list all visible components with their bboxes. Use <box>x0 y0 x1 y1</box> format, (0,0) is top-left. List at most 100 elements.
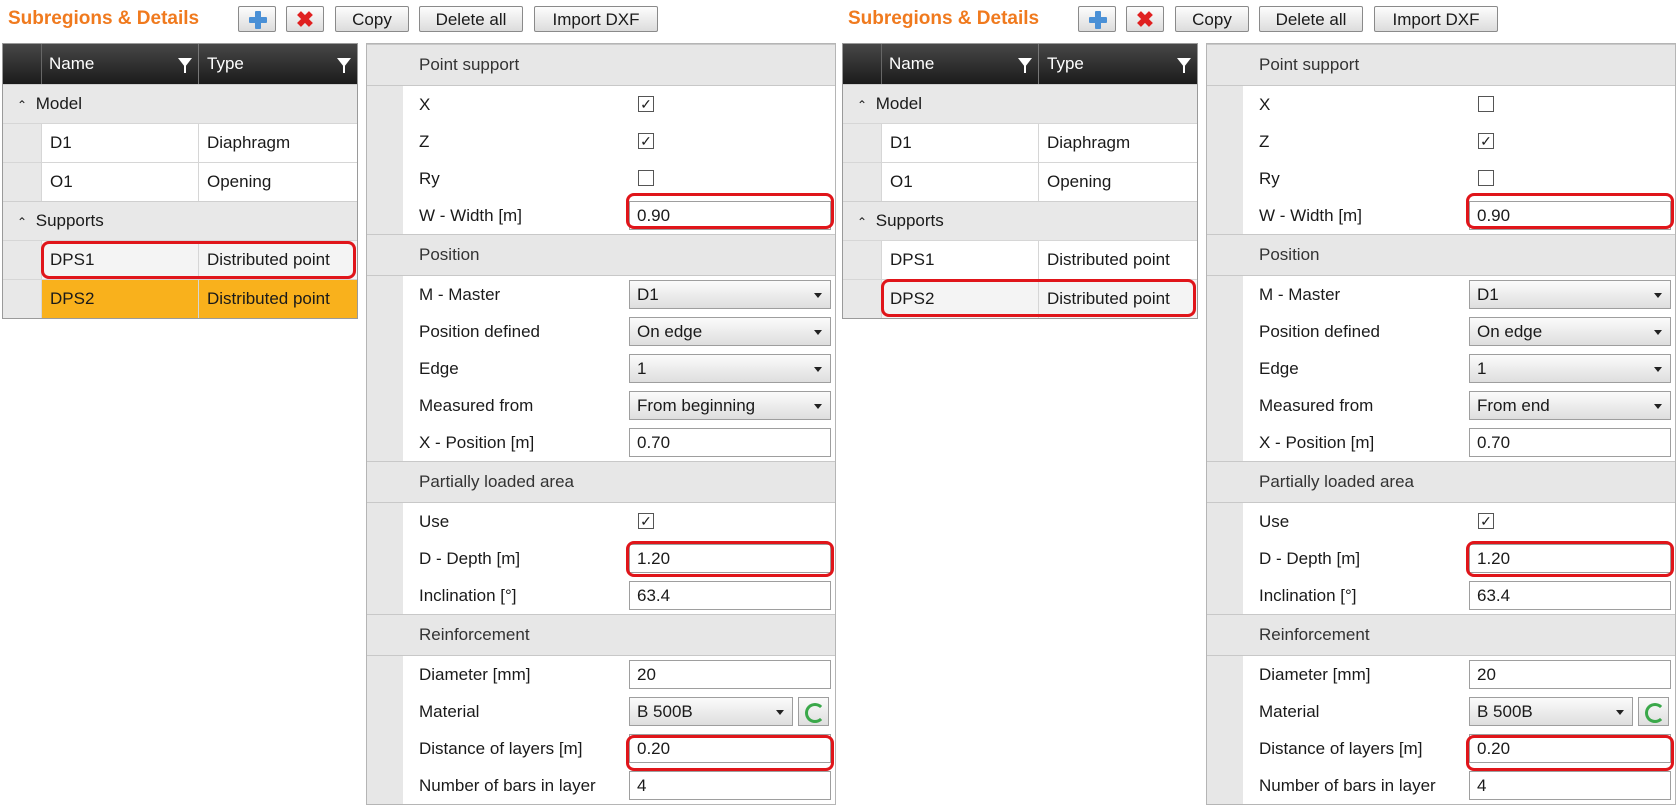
measured-from-field[interactable]: From end <box>1469 391 1671 420</box>
cell-name[interactable]: O1 <box>881 163 1039 201</box>
x-position-field[interactable]: 0.70 <box>1469 428 1671 457</box>
filter-icon[interactable] <box>337 58 351 73</box>
position-defined-field[interactable]: On edge <box>1469 317 1671 346</box>
cell-name[interactable]: O1 <box>41 163 199 201</box>
cell-name[interactable]: D1 <box>881 124 1039 162</box>
checkbox[interactable]: ✓ <box>638 133 654 149</box>
cell-name[interactable]: DPS2 <box>41 280 199 318</box>
add-button[interactable] <box>238 6 276 32</box>
table-row[interactable]: DPS1 Distributed point <box>843 240 1197 279</box>
section-partially-loaded[interactable]: Partially loaded area <box>1207 461 1675 503</box>
filter-icon[interactable] <box>178 58 192 73</box>
checkbox[interactable]: ✓ <box>638 513 654 529</box>
row-selector[interactable] <box>3 280 41 318</box>
copy-button[interactable]: Copy <box>335 6 409 32</box>
cell-type[interactable]: Diaphragm <box>1039 124 1197 162</box>
chevron-up-icon[interactable]: ⌃ <box>857 203 871 241</box>
row-selector[interactable] <box>3 124 41 162</box>
diameter-field[interactable]: 20 <box>629 660 831 689</box>
master-field[interactable]: D1 <box>629 280 831 309</box>
import-dxf-button[interactable]: Import DXF <box>534 6 658 32</box>
table-row[interactable]: O1 Opening <box>843 162 1197 201</box>
checkbox[interactable] <box>638 170 654 186</box>
checkbox[interactable]: ✓ <box>638 96 654 112</box>
depth-field[interactable]: 1.20 <box>629 544 831 573</box>
column-header-type[interactable]: Type <box>1039 44 1197 84</box>
group-model[interactable]: ⌃ Model <box>3 84 357 123</box>
row-selector[interactable] <box>843 124 881 162</box>
cell-name[interactable]: D1 <box>41 124 199 162</box>
table-row[interactable]: DPS2 Distributed point <box>3 279 357 318</box>
row-selector[interactable] <box>843 280 881 318</box>
x-position-field[interactable]: 0.70 <box>629 428 831 457</box>
bars-in-layer-field[interactable]: 4 <box>629 771 831 800</box>
refresh-button[interactable] <box>798 697 829 726</box>
column-header-name[interactable]: Name <box>881 44 1039 84</box>
section-point-support[interactable]: Point support <box>1207 44 1675 86</box>
copy-button[interactable]: Copy <box>1175 6 1249 32</box>
edge-field[interactable]: 1 <box>1469 354 1671 383</box>
cell-name[interactable]: DPS1 <box>41 241 199 279</box>
inclination-field[interactable]: 63.4 <box>1469 581 1671 610</box>
cell-type[interactable]: Distributed point <box>1039 241 1197 279</box>
measured-from-field[interactable]: From beginning <box>629 391 831 420</box>
filter-icon[interactable] <box>1018 58 1032 73</box>
material-select[interactable]: B 500B <box>1469 697 1633 726</box>
checkbox[interactable] <box>1478 170 1494 186</box>
bars-in-layer-field[interactable]: 4 <box>1469 771 1671 800</box>
section-position[interactable]: Position <box>367 234 835 276</box>
group-supports[interactable]: ⌃ Supports <box>843 201 1197 240</box>
delete-button[interactable]: ✖ <box>1126 6 1164 32</box>
cell-type[interactable]: Distributed point <box>1039 280 1197 318</box>
master-field[interactable]: D1 <box>1469 280 1671 309</box>
position-defined-field[interactable]: On edge <box>629 317 831 346</box>
edge-field[interactable]: 1 <box>629 354 831 383</box>
add-button[interactable] <box>1078 6 1116 32</box>
cell-type[interactable]: Distributed point <box>199 241 357 279</box>
row-selector[interactable] <box>3 241 41 279</box>
distance-layers-field[interactable]: 0.20 <box>1469 734 1671 763</box>
row-selector[interactable] <box>843 163 881 201</box>
delete-all-button[interactable]: Delete all <box>1259 6 1363 32</box>
row-selector[interactable] <box>3 163 41 201</box>
width-field[interactable]: 0.90 <box>1469 201 1671 230</box>
distance-layers-field[interactable]: 0.20 <box>629 734 831 763</box>
checkbox[interactable]: ✓ <box>1478 133 1494 149</box>
section-position[interactable]: Position <box>1207 234 1675 276</box>
section-partially-loaded[interactable]: Partially loaded area <box>367 461 835 503</box>
cell-type[interactable]: Opening <box>1039 163 1197 201</box>
delete-button[interactable]: ✖ <box>286 6 324 32</box>
checkbox[interactable] <box>1478 96 1494 112</box>
cell-type[interactable]: Diaphragm <box>199 124 357 162</box>
cell-type[interactable]: Distributed point <box>199 280 357 318</box>
delete-all-button[interactable]: Delete all <box>419 6 523 32</box>
row-selector[interactable] <box>843 241 881 279</box>
chevron-up-icon[interactable]: ⌃ <box>17 203 31 241</box>
section-point-support[interactable]: Point support <box>367 44 835 86</box>
diameter-field[interactable]: 20 <box>1469 660 1671 689</box>
column-header-type[interactable]: Type <box>199 44 357 84</box>
material-select[interactable]: B 500B <box>629 697 793 726</box>
table-row[interactable]: O1 Opening <box>3 162 357 201</box>
refresh-button[interactable] <box>1638 697 1669 726</box>
table-row[interactable]: DPS2 Distributed point <box>843 279 1197 318</box>
inclination-field[interactable]: 63.4 <box>629 581 831 610</box>
filter-icon[interactable] <box>1177 58 1191 73</box>
section-reinforcement[interactable]: Reinforcement <box>1207 614 1675 656</box>
cell-name[interactable]: DPS2 <box>881 280 1039 318</box>
cell-type[interactable]: Opening <box>199 163 357 201</box>
width-field[interactable]: 0.90 <box>629 201 831 230</box>
import-dxf-button[interactable]: Import DXF <box>1374 6 1498 32</box>
depth-field[interactable]: 1.20 <box>1469 544 1671 573</box>
chevron-up-icon[interactable]: ⌃ <box>857 86 871 124</box>
chevron-up-icon[interactable]: ⌃ <box>17 86 31 124</box>
group-model[interactable]: ⌃ Model <box>843 84 1197 123</box>
checkbox[interactable]: ✓ <box>1478 513 1494 529</box>
cell-name[interactable]: DPS1 <box>881 241 1039 279</box>
table-row[interactable]: D1 Diaphragm <box>843 123 1197 162</box>
group-supports[interactable]: ⌃ Supports <box>3 201 357 240</box>
table-row[interactable]: D1 Diaphragm <box>3 123 357 162</box>
column-header-name[interactable]: Name <box>41 44 199 84</box>
table-row[interactable]: DPS1 Distributed point <box>3 240 357 279</box>
section-reinforcement[interactable]: Reinforcement <box>367 614 835 656</box>
